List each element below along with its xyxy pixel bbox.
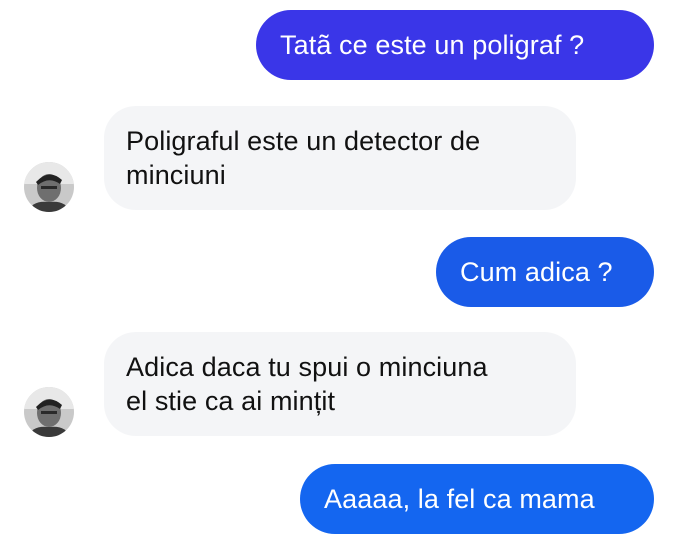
received-message-line: minciuni: [126, 160, 226, 190]
sent-message-bubble[interactable]: Cum adica ?: [436, 237, 654, 307]
sent-message-text: Cum adica ?: [460, 257, 613, 287]
contact-avatar[interactable]: [24, 162, 74, 212]
contact-avatar[interactable]: [24, 387, 74, 437]
received-message-line: Adica daca tu spui o minciuna: [126, 352, 488, 382]
avatar-photo-icon: [24, 387, 74, 437]
sent-message-bubble[interactable]: Tatã ce este un poligraf ?: [256, 10, 654, 80]
sent-message-bubble[interactable]: Aaaaa, la fel ca mama: [300, 464, 654, 534]
received-message-line: el stie ca ai mințit: [126, 386, 336, 416]
avatar-photo-icon: [24, 162, 74, 212]
received-message-bubble[interactable]: Adica daca tu spui o minciuna el stie ca…: [104, 332, 576, 436]
sent-message-text: Aaaaa, la fel ca mama: [324, 484, 595, 514]
received-message-line: Poligraful este un detector de: [126, 126, 481, 156]
sent-message-text: Tatã ce este un poligraf ?: [280, 30, 585, 60]
chat-screen: { "messages": [ {"sender": "me", "text":…: [0, 0, 700, 552]
received-message-bubble[interactable]: Poligraful este un detector de minciuni: [104, 106, 576, 210]
